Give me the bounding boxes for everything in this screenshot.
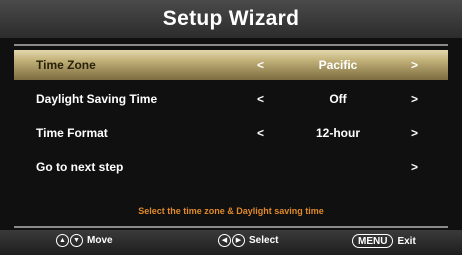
time-format-label: Time Format <box>36 126 108 140</box>
time-format-value: 12-hour <box>315 126 360 140</box>
menu-item-daylight-saving-time[interactable]: Daylight Saving Time < Off > <box>14 84 448 114</box>
bottom-divider <box>14 226 448 228</box>
next-step-label: Go to next step <box>36 160 124 174</box>
up-arrow-icon: ▲ <box>56 234 69 247</box>
time-format-left-arrow-icon[interactable]: < <box>257 126 264 140</box>
menu-item-time-format[interactable]: Time Format < 12-hour > <box>14 118 448 148</box>
daylight-saving-right-arrow-icon[interactable]: > <box>411 92 418 106</box>
time-zone-value: Pacific <box>318 58 358 72</box>
footer-bar: ▲ ▼ Move ◀ ▶ Select MENU Exit <box>0 230 462 255</box>
settings-menu: Time Zone < Pacific > Daylight Saving Ti… <box>14 50 448 186</box>
daylight-saving-value: Off <box>329 92 347 106</box>
right-arrow-icon: ▶ <box>232 234 245 247</box>
time-zone-label: Time Zone <box>36 58 96 72</box>
move-hint: ▲ ▼ Move <box>56 234 113 247</box>
exit-hint: MENU Exit <box>352 234 416 248</box>
down-arrow-icon: ▼ <box>70 234 83 247</box>
menu-item-go-to-next-step[interactable]: Go to next step > <box>14 152 448 182</box>
time-zone-right-arrow-icon[interactable]: > <box>411 58 418 72</box>
move-label: Move <box>87 235 113 246</box>
next-step-right-arrow-icon[interactable]: > <box>411 160 418 174</box>
select-label: Select <box>249 235 279 246</box>
select-hint: ◀ ▶ Select <box>218 234 278 247</box>
menu-button-icon[interactable]: MENU <box>352 234 394 248</box>
daylight-saving-label: Daylight Saving Time <box>36 92 158 106</box>
hint-text: Select the time zone & Daylight saving t… <box>138 206 324 216</box>
menu-item-time-zone[interactable]: Time Zone < Pacific > <box>14 50 448 80</box>
time-format-right-arrow-icon[interactable]: > <box>411 126 418 140</box>
top-divider <box>14 44 448 46</box>
title-bar: Setup Wizard <box>0 0 462 38</box>
time-zone-left-arrow-icon[interactable]: < <box>257 58 264 72</box>
setup-wizard-screen: Setup Wizard Time Zone < Pacific > Dayli… <box>0 0 462 255</box>
left-arrow-icon: ◀ <box>218 234 231 247</box>
exit-label: Exit <box>397 235 416 247</box>
page-title: Setup Wizard <box>162 7 300 30</box>
daylight-saving-left-arrow-icon[interactable]: < <box>257 92 264 106</box>
